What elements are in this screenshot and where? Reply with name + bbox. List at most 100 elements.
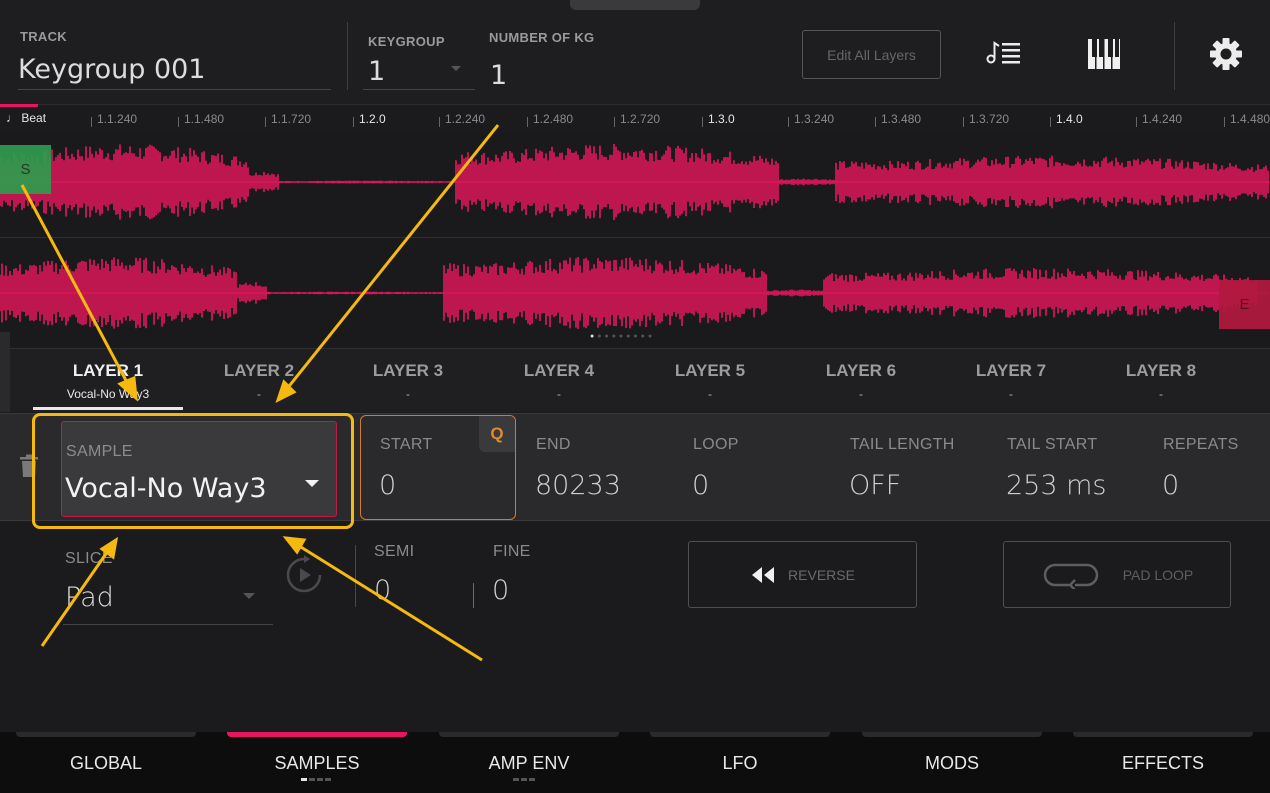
end-value: 80233 [535, 470, 621, 501]
ruler-tick: 1.1.720 [264, 112, 312, 127]
start-marker[interactable]: S [0, 145, 51, 194]
sample-list-button[interactable] [986, 38, 1034, 70]
ruler-tick: 1.3.720 [962, 112, 1010, 127]
repeats-field[interactable]: REPEATS 0 [1152, 422, 1267, 514]
layer-sample: - [708, 387, 712, 401]
left-edge-handle [0, 332, 10, 412]
slice-underline [63, 624, 273, 625]
layer-sample: - [1009, 387, 1013, 401]
settings-button[interactable] [1208, 36, 1244, 72]
tab-mods[interactable]: MODS [862, 732, 1042, 793]
track-underline [18, 89, 331, 90]
start-value: 0 [379, 470, 397, 501]
tab-layer-3[interactable]: LAYER 3 - [333, 349, 483, 413]
end-marker[interactable]: E [1219, 280, 1270, 329]
chevron-down-icon [451, 66, 461, 71]
edit-all-layers-button[interactable]: Edit All Layers [802, 30, 941, 79]
fine-value: 0 [492, 575, 510, 606]
layer-sample: - [1159, 387, 1163, 401]
layer-sample: - [257, 387, 261, 401]
track-name-field[interactable]: Keygroup 001 [18, 54, 205, 85]
tab-layer-4[interactable]: LAYER 4 - [484, 349, 634, 413]
slice-value: Pad [65, 582, 114, 613]
layer-tabs: LAYER 1 Vocal-No Way3 LAYER 2 - LAYER 3 - L… [10, 348, 1270, 412]
tab-page-dots [301, 778, 333, 782]
tab-indicator [439, 732, 619, 737]
tail-length-field[interactable]: TAIL LENGTH OFF [839, 422, 989, 514]
waveform-page-dots: ●●●●●●●●● [590, 333, 656, 340]
param-divider [355, 545, 356, 607]
tab-label: EFFECTS [1121, 753, 1204, 773]
repeats-label: REPEATS [1163, 436, 1239, 453]
gear-icon [1210, 38, 1242, 70]
number-of-kg-value[interactable]: 1 [490, 60, 507, 91]
ruler-tick: 1.1.480 [177, 112, 225, 127]
track-label: TRACK [20, 29, 67, 44]
tab-label: GLOBAL [69, 753, 143, 773]
layer-sample: Vocal-No Way3 [66, 387, 150, 401]
ruler-tick: 1.2.720 [613, 112, 661, 127]
tail-start-field[interactable]: TAIL START 253 ms [996, 422, 1146, 514]
top-notch [570, 0, 700, 10]
layer-name: LAYER 3 [372, 361, 444, 380]
layer-name: LAYER 5 [674, 361, 746, 380]
tab-layer-2[interactable]: LAYER 2 - [184, 349, 334, 413]
keygroup-select[interactable]: 1 [368, 56, 385, 87]
tab-indicator [1073, 732, 1253, 737]
reverse-label: REVERSE [788, 566, 855, 583]
replay-icon [286, 555, 322, 593]
layer-name: LAYER 7 [975, 361, 1047, 380]
tab-layer-7[interactable]: LAYER 7 - [936, 349, 1086, 413]
waveform-display[interactable] [0, 132, 1270, 346]
loop-field[interactable]: LOOP 0 [682, 422, 832, 514]
tab-page-dots [513, 778, 537, 782]
tab-label: MODS [925, 753, 979, 773]
tab-amp-env[interactable]: AMP ENV [439, 732, 619, 793]
tab-layer-1[interactable]: LAYER 1 Vocal-No Way3 [33, 349, 183, 413]
layer-sample: - [859, 387, 863, 401]
channel-divider [0, 237, 1270, 238]
piano-keys-icon [1088, 39, 1120, 69]
param-divider [473, 583, 474, 608]
tab-lfo[interactable]: LFO [650, 732, 830, 793]
tab-indicator [16, 732, 196, 737]
ruler-tick: 1.1.240 [90, 112, 138, 127]
tab-global[interactable]: GLOBAL [16, 732, 196, 793]
tab-layer-6[interactable]: LAYER 6 - [786, 349, 936, 413]
tab-layer-8[interactable]: LAYER 8 - [1086, 349, 1236, 413]
keygroup-underline [363, 89, 475, 90]
ruler-tick: 1.3.0 [702, 112, 735, 127]
note-list-icon [986, 41, 1020, 64]
fine-field[interactable]: FINE 0 [482, 540, 592, 610]
semi-value: 0 [374, 575, 392, 606]
beat-text: Beat [21, 111, 47, 125]
layer-name: LAYER 2 [223, 361, 295, 380]
quantize-button[interactable]: Q [479, 416, 515, 452]
keygroup-label: KEYGROUP [368, 34, 445, 49]
pad-loop-button[interactable]: PAD LOOP [1003, 541, 1231, 608]
start-label: START [380, 436, 433, 453]
pitch-play-button[interactable] [284, 555, 324, 595]
reverse-button[interactable]: REVERSE [688, 541, 917, 608]
tab-layer-5[interactable]: LAYER 5 - [635, 349, 785, 413]
rewind-icon [752, 566, 775, 583]
loop-value: 0 [692, 470, 710, 501]
keyboard-button[interactable] [1087, 38, 1121, 70]
timeline-ruler[interactable]: ♩ Beat 1.1.240 1.1.480 1.1.720 1.2.0 1.2… [0, 104, 1270, 132]
slice-select[interactable]: SLICE Pad [63, 540, 278, 626]
ruler-tick: 1.4.240 [1135, 112, 1183, 127]
loop-icon [1043, 563, 1098, 589]
tab-effects[interactable]: EFFECTS [1073, 732, 1253, 793]
header-divider [1174, 22, 1175, 90]
tab-label: AMP ENV [488, 753, 570, 773]
slice-label: SLICE [65, 550, 113, 567]
ruler-tick: 1.3.480 [874, 112, 922, 127]
ruler-tick: 1.2.0 [353, 112, 386, 127]
tail-start-value: 253 ms [1006, 470, 1107, 501]
repeats-value: 0 [1162, 470, 1180, 501]
ruler-tick: 1.4.480 [1223, 112, 1270, 127]
end-field[interactable]: END 80233 [525, 422, 675, 514]
semi-field[interactable]: SEMI 0 [362, 540, 472, 610]
loop-label: LOOP [693, 436, 739, 453]
tab-samples[interactable]: SAMPLES [227, 732, 407, 793]
